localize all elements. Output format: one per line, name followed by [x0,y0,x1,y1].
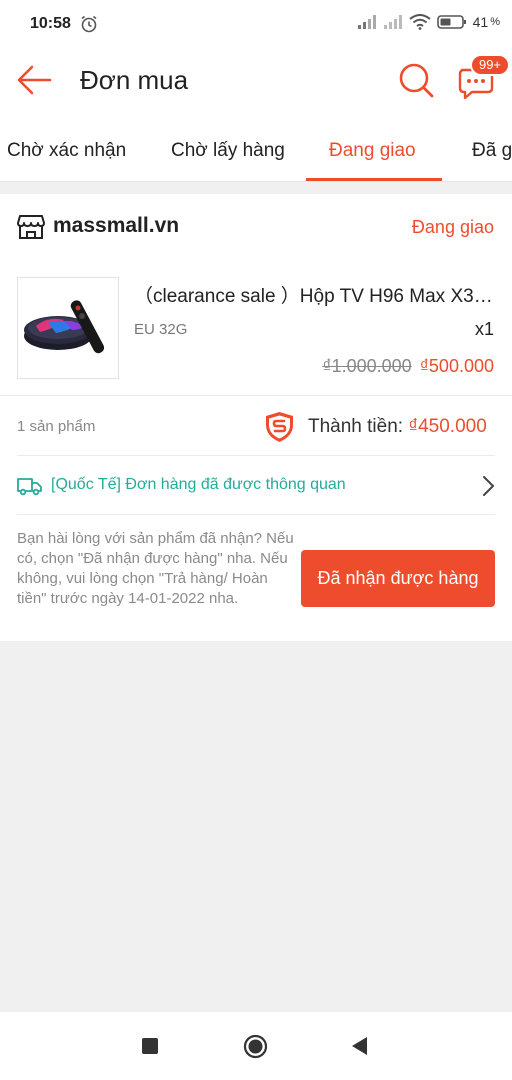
price-row: ₫1.000.000 ₫500.000 [322,356,494,377]
chevron-right-icon [483,476,494,496]
tab-awaiting-confirmation[interactable]: Chờ xác nhận [7,140,126,162]
tab-awaiting-pickup[interactable]: Chờ lấy hàng [171,140,285,162]
product-image [17,277,119,379]
shop-icon [17,215,45,239]
item-count: 1 sản phẩm [17,418,96,435]
nav-home-icon[interactable] [243,1034,268,1059]
status-time: 10:58 [30,15,71,32]
battery-level: 41 [472,14,489,30]
order-status: Đang giao [411,217,494,237]
wifi-icon [409,14,431,30]
battery-icon [436,15,466,29]
nav-recents-icon[interactable] [142,1038,158,1054]
chat-badge: 99+ [470,54,510,76]
search-icon[interactable] [396,60,436,100]
active-tab-indicator [306,178,442,181]
shipping-status-row[interactable]: [Quốc Tế] Đơn hàng đã được thông quan [17,455,495,515]
signal-icon-2 [383,15,402,29]
total-amount: Thành tiền: ₫450.000 [308,416,487,438]
confirm-receipt-text: Bạn hài lòng với sản phẩm đã nhận? Nếu c… [17,530,294,607]
order-card[interactable]: massmall.vn Đang giao （clearance sale ）H… [0,194,512,641]
battery-percent-sign: % [490,16,500,28]
nav-back-icon[interactable] [350,1036,368,1056]
total-value: ₫450.000 [408,416,487,437]
shield-icon [266,412,293,442]
shop-name: massmall.vn [53,214,180,237]
total-label: Thành tiền: [308,416,404,437]
app-header: Đơn mua 99+ [0,48,512,112]
product-quantity: x1 [474,319,494,339]
order-tabs: Chờ xác nhận Chờ lấy hàng Đang giao Đã g [0,112,512,182]
tab-shipping[interactable]: Đang giao [329,140,416,162]
page-title: Đơn mua [80,65,189,95]
shipping-status-text: [Quốc Tế] Đơn hàng đã được thông quan [51,476,346,493]
sale-price: ₫500.000 [419,356,494,376]
system-nav-bar [0,1012,512,1080]
product-variant: EU 32G [134,321,188,338]
alarm-icon [81,15,97,33]
truck-icon [17,478,42,496]
status-bar: 10:58 41 % [0,0,512,48]
back-arrow-icon[interactable] [14,62,54,98]
tv-box-image [24,300,105,354]
order-total-row: 1 sản phẩm Thành tiền: ₫450.000 [0,397,512,455]
order-received-button[interactable]: Đã nhận được hàng [301,550,495,607]
original-price: ₫1.000.000 [322,356,412,376]
signal-icon [357,15,376,29]
status-icons: 41 % [357,14,500,30]
product-name: （clearance sale ）Hộp TV H96 Max X3 8K An… [134,286,496,307]
product-item[interactable]: （clearance sale ）Hộp TV H96 Max X3 8K An… [0,260,512,396]
confirm-receipt-row: Bạn hài lòng với sản phẩm đã nhận? Nếu c… [0,516,512,641]
tab-delivered[interactable]: Đã g [472,140,512,162]
shop-header[interactable]: massmall.vn Đang giao [0,194,512,260]
